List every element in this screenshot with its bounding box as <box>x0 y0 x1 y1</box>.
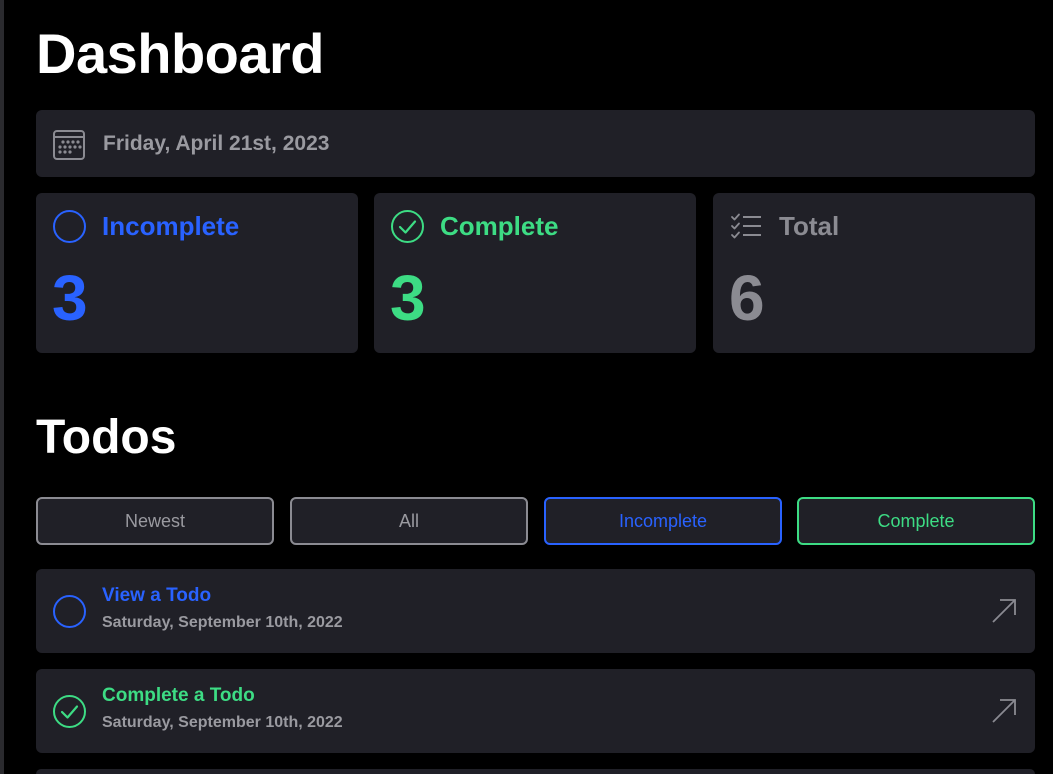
todos-title: Todos <box>36 411 177 464</box>
date-bar: Friday, April 21st, 2023 <box>36 110 1035 177</box>
list-check-icon <box>731 213 761 239</box>
calendar-icon <box>53 129 85 160</box>
stats-row: Incomplete 3 Complete 3 Total 6 <box>36 193 1035 353</box>
stat-value-total: 6 <box>729 262 765 334</box>
stat-card-complete: Complete 3 <box>374 193 696 353</box>
page: Dashboard Friday, April 21st, 2023 Incom… <box>0 0 1053 774</box>
filter-row: Newest All Incomplete Complete <box>36 497 1035 545</box>
arrow-up-right-icon[interactable] <box>991 698 1017 724</box>
circle-icon[interactable] <box>52 594 87 629</box>
todo-item[interactable]: Complete a Todo Saturday, September 10th… <box>36 669 1035 753</box>
stat-card-total: Total 6 <box>713 193 1035 353</box>
stat-value-incomplete: 3 <box>52 262 88 334</box>
filter-all-button[interactable]: All <box>290 497 528 545</box>
filter-newest-button[interactable]: Newest <box>36 497 274 545</box>
todo-title: Complete a Todo <box>102 685 255 706</box>
stat-card-incomplete: Incomplete 3 <box>36 193 358 353</box>
filter-complete-button[interactable]: Complete <box>797 497 1035 545</box>
todo-title: View a Todo <box>102 585 212 606</box>
stat-label-total: Total <box>779 211 840 241</box>
check-circle-icon[interactable] <box>52 694 87 729</box>
todo-item-partial[interactable] <box>36 769 1035 774</box>
todo-date: Saturday, September 10th, 2022 <box>102 714 343 731</box>
page-title: Dashboard <box>36 22 325 85</box>
filter-incomplete-button[interactable]: Incomplete <box>544 497 782 545</box>
stat-label-complete: Complete <box>440 211 559 241</box>
circle-icon <box>53 210 86 243</box>
window-edge <box>0 0 4 774</box>
stat-label-incomplete: Incomplete <box>102 211 240 241</box>
arrow-up-right-icon[interactable] <box>991 598 1017 624</box>
todo-date: Saturday, September 10th, 2022 <box>102 614 343 631</box>
check-circle-icon <box>391 210 424 243</box>
stat-value-complete: 3 <box>390 262 426 334</box>
current-date: Friday, April 21st, 2023 <box>103 131 330 155</box>
todo-item[interactable]: View a Todo Saturday, September 10th, 20… <box>36 569 1035 653</box>
